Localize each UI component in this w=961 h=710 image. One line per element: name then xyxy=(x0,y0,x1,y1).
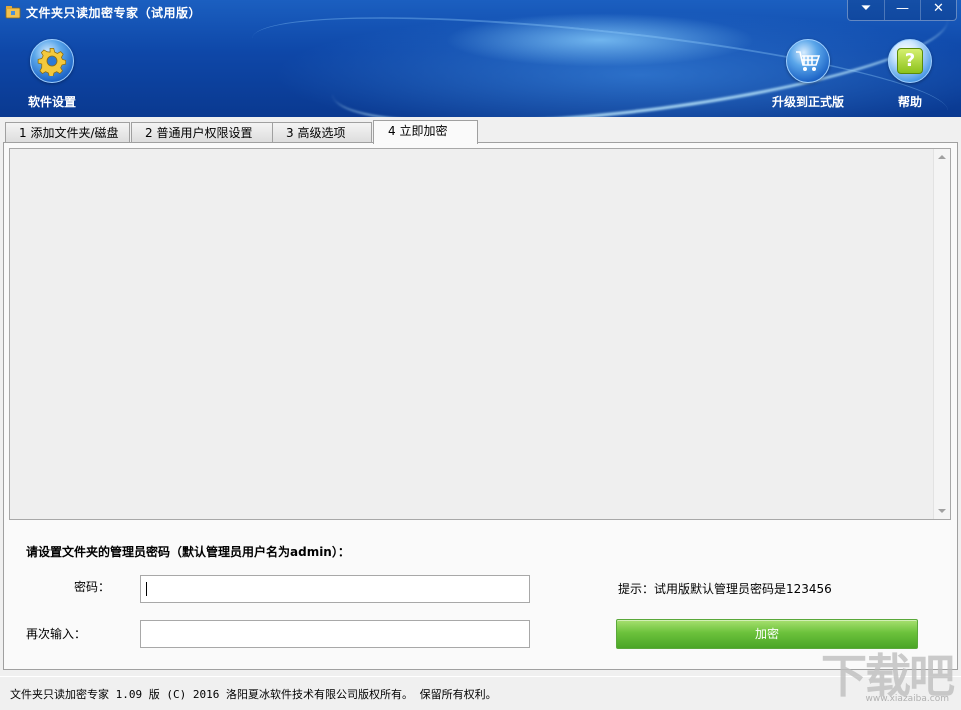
text-caret xyxy=(146,582,147,596)
close-button[interactable]: ✕ xyxy=(920,0,956,20)
default-password-hint: 提示：试用版默认管理员密码是123456 xyxy=(618,580,832,597)
scroll-up-icon[interactable] xyxy=(938,155,946,159)
tab-advanced-options[interactable]: 3 高级选项 xyxy=(272,122,372,143)
shopping-cart-icon xyxy=(786,39,830,83)
status-bar: 文件夹只读加密专家 1.09 版 (C) 2016 洛阳夏冰软件技术有限公司版权… xyxy=(0,676,961,710)
repeat-password-label: 再次输入： xyxy=(26,625,86,642)
settings-label: 软件设置 xyxy=(18,93,86,110)
scroll-down-icon[interactable] xyxy=(938,509,946,513)
password-prompt: 请设置文件夹的管理员密码（默认管理员用户名为admin）： xyxy=(26,543,350,560)
help-label: 帮助 xyxy=(880,93,940,110)
upgrade-button[interactable]: 升级到正式版 xyxy=(766,39,850,110)
password-label: 密码： xyxy=(74,578,110,595)
tab-encrypt-now[interactable]: 4 立即加密 xyxy=(373,120,478,144)
window-title: 文件夹只读加密专家（试用版） xyxy=(26,4,201,21)
app-icon xyxy=(5,5,21,19)
watermark-url: www.xiazaiba.com xyxy=(865,694,949,704)
repeat-password-field[interactable] xyxy=(140,620,530,648)
window-controls: ⏷ — ✕ xyxy=(847,0,957,21)
settings-button[interactable]: 软件设置 xyxy=(18,39,86,110)
tab-user-permissions[interactable]: 2 普通用户权限设置 xyxy=(131,122,273,143)
tab-bar: 1 添加文件夹/磁盘 2 普通用户权限设置 3 高级选项 4 立即加密 xyxy=(0,117,961,143)
help-button[interactable]: ? 帮助 xyxy=(880,39,940,110)
minimize-button[interactable]: — xyxy=(884,0,920,20)
header-banner: 文件夹只读加密专家（试用版） ⏷ — ✕ 软件设置 xyxy=(0,0,961,117)
gear-icon xyxy=(30,39,74,83)
folder-list-box[interactable] xyxy=(9,148,951,520)
help-icon: ? xyxy=(888,39,932,83)
tab-add-folder[interactable]: 1 添加文件夹/磁盘 xyxy=(5,122,130,143)
menu-dropdown-button[interactable]: ⏷ xyxy=(848,0,884,20)
copyright-text: 文件夹只读加密专家 1.09 版 (C) 2016 洛阳夏冰软件技术有限公司版权… xyxy=(10,686,497,702)
encrypt-panel: 请设置文件夹的管理员密码（默认管理员用户名为admin）： 密码： 再次输入： … xyxy=(3,142,958,670)
password-field[interactable] xyxy=(140,575,530,603)
vertical-scrollbar[interactable] xyxy=(933,149,950,519)
upgrade-label: 升级到正式版 xyxy=(766,93,850,110)
